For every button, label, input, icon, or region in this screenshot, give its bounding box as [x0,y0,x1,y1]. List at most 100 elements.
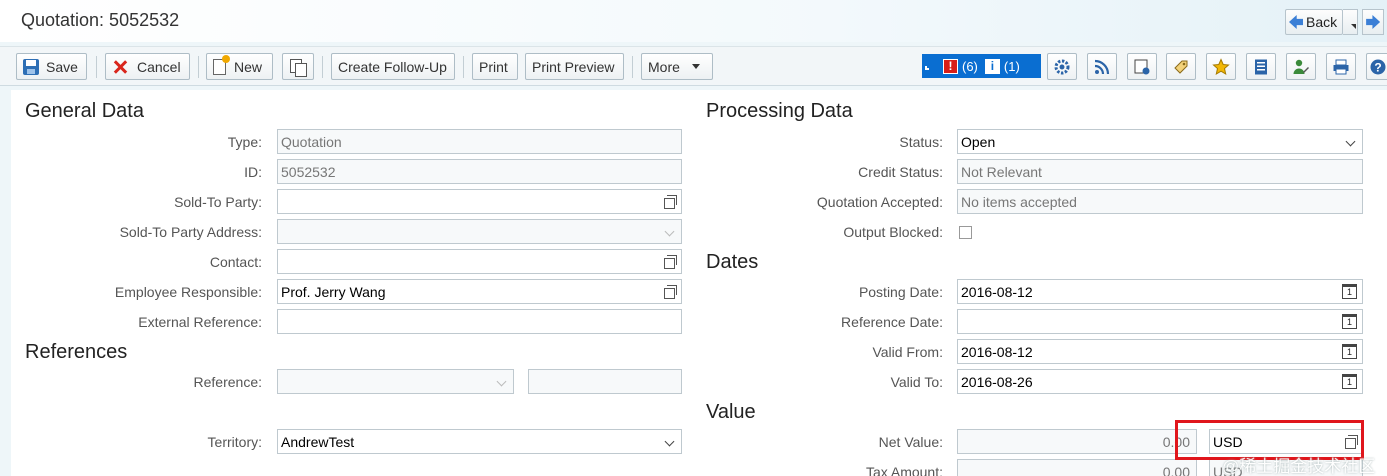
info-icon: i [984,58,1000,74]
quotation-accepted-label: Quotation Accepted: [816,194,943,210]
type-label: Type: [227,134,262,150]
calendar-icon[interactable]: 1 [1342,374,1357,389]
calendar-icon[interactable]: 1 [1342,344,1357,359]
back-button[interactable]: Back [1285,9,1344,35]
new-button[interactable]: New [206,53,273,80]
back-history-dropdown[interactable] [1343,9,1359,35]
caret-down-icon [691,64,700,69]
value-help-icon[interactable] [664,195,677,209]
settings-button[interactable] [1047,53,1077,80]
valid-to-label: Valid To: [890,374,943,390]
net-value-amount: 0.00 [957,429,1197,454]
toolbar-separator [198,56,199,78]
valid-to-input[interactable]: 2016-08-26 1 [957,369,1363,394]
navigation-group: Back [1285,9,1385,35]
create-follow-up-button[interactable]: Create Follow-Up [331,53,455,80]
general-data-title: General Data [25,100,144,122]
employee-responsible-input[interactable]: Prof. Jerry Wang [277,279,682,304]
chevron-down-icon [664,436,675,447]
posting-date-input[interactable]: 2016-08-12 1 [957,279,1363,304]
net-value-label: Net Value: [878,434,943,450]
arrow-left-icon [1289,15,1303,29]
help-icon: ? [1370,59,1386,74]
reference-id-field[interactable] [528,369,682,394]
more-button[interactable]: More [641,53,713,80]
chevron-down-icon [1345,136,1356,147]
forward-button[interactable] [1362,9,1385,35]
cancel-label: Cancel [137,58,181,75]
save-label: Save [46,58,78,75]
print-label: Print [479,58,508,75]
new-document-icon [213,54,230,75]
posting-date-value: 2016-08-12 [961,284,1033,300]
status-label: Status: [899,134,943,150]
reference-date-input[interactable]: 1 [957,309,1363,334]
reference-date-label: Reference Date: [841,314,943,330]
save-icon [23,58,39,75]
arrow-right-icon [1366,15,1381,29]
expand-corner-icon [925,66,929,70]
copy-icon [290,58,307,77]
more-label: More [648,58,680,75]
calendar-icon[interactable]: 1 [1342,314,1357,329]
personalize-icon [1134,59,1150,74]
rss-button[interactable] [1087,53,1117,80]
toolbar-separator [96,56,97,78]
notes-button[interactable] [1246,53,1276,80]
tax-amount: 0.00 [957,459,1197,476]
contact-label: Contact: [209,254,262,270]
favorite-icon [1212,57,1230,75]
title-bar: Quotation: 5052532 Back [0,0,1387,42]
valid-from-value: 2016-08-12 [961,344,1033,360]
territory-value: AndrewTest [281,434,355,450]
value-title: Value [706,401,756,423]
toolbar-separator [463,56,464,78]
user-edit-button[interactable] [1286,53,1316,80]
external-reference-input[interactable] [277,309,682,334]
cancel-button[interactable]: Cancel [105,53,190,80]
valid-from-label: Valid From: [872,344,943,360]
tax-amount-label: Tax Amount: [865,464,943,476]
status-value: Open [961,134,996,150]
settings-icon [1054,59,1070,74]
calendar-icon[interactable]: 1 [1342,284,1357,299]
value-help-icon[interactable] [664,255,677,269]
reference-type-select[interactable] [277,369,514,394]
value-help-icon[interactable] [664,285,677,299]
favorite-button[interactable] [1206,53,1236,80]
printer-icon [1333,59,1349,74]
chevron-down-icon [664,226,675,237]
valid-from-input[interactable]: 2016-08-12 1 [957,339,1363,364]
sold-to-party-input[interactable] [277,189,682,214]
watermark: @稀土掘金技术社区 [1222,457,1376,476]
toolbar-separator [322,56,323,78]
credit-status-field: Not Relevant [957,159,1363,184]
territory-label: Territory: [207,434,262,450]
type-field: Quotation [277,129,682,154]
reference-label: Reference: [193,374,262,390]
personalize-button[interactable] [1127,53,1157,80]
save-button[interactable]: Save [16,53,87,80]
output-blocked-label: Output Blocked: [843,224,943,240]
references-title: References [25,341,128,363]
toolbar: Save Cancel New Create Follow-Up Print P… [0,46,1387,86]
status-select[interactable]: Open [957,129,1363,154]
message-bar[interactable]: ! (6) i (1) [922,54,1041,78]
help-button[interactable]: ? [1366,53,1387,80]
territory-select[interactable]: AndrewTest [277,429,682,454]
print-preview-button[interactable]: Print Preview [525,53,624,80]
tag-button[interactable] [1166,53,1196,80]
new-label: New [234,58,263,75]
svg-text:?: ? [1374,60,1381,74]
output-blocked-checkbox[interactable] [959,226,972,239]
tag-icon [1174,60,1188,74]
credit-status-label: Credit Status: [858,164,943,180]
id-label: ID: [244,164,262,180]
chevron-down-icon [496,376,507,387]
copy-button[interactable] [282,53,314,80]
contact-input[interactable] [277,249,682,274]
printer-button[interactable] [1326,53,1356,80]
dates-title: Dates [706,251,759,273]
sold-to-party-address-select[interactable] [277,219,682,244]
print-button[interactable]: Print [472,53,518,80]
